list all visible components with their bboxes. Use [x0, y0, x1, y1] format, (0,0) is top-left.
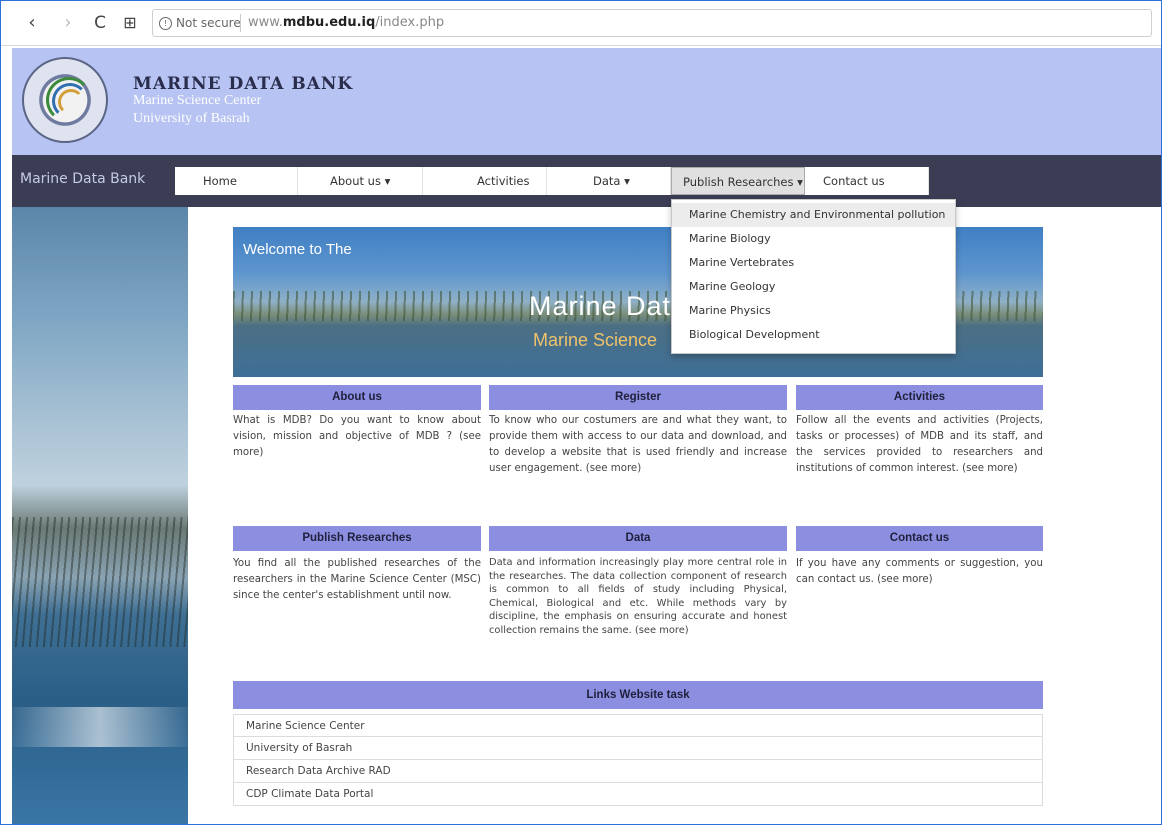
section-header-contact-us[interactable]: Contact us [796, 526, 1043, 551]
section-text-register: To know who our costumers are and what t… [489, 415, 787, 474]
nav-home-label: Home [203, 174, 237, 188]
section-text-about-us: What is MDB? Do you want to know about v… [233, 415, 481, 458]
link-marine-science-center[interactable]: Marine Science Center [233, 714, 1043, 737]
url-text[interactable]: www.mdbu.edu.iq/index.php [248, 10, 444, 36]
site-header: MARINE DATA BANK Marine Science Center U… [12, 48, 1162, 155]
section-text-contact-us: If you have any comments or suggestion, … [796, 558, 1043, 585]
dropdown-item-marine-physics[interactable]: Marine Physics [672, 299, 955, 323]
address-bar[interactable]: ! Not secure www.mdbu.edu.iq/index.php [152, 9, 1152, 37]
section-header-publish-researches[interactable]: Publish Researches [233, 526, 481, 551]
dropdown-item-biological-development[interactable]: Biological Development [672, 323, 955, 347]
site-subtitle-center: Marine Science Center [133, 93, 262, 108]
site-title: MARINE DATA BANK [133, 74, 354, 94]
browser-toolbar: ‹ › C ⊞ ! Not secure www.mdbu.edu.iq/inde… [0, 0, 1162, 46]
nav-activities[interactable]: Activities [423, 167, 547, 195]
nav-about-us[interactable]: About us ▾ [298, 167, 423, 195]
forward-icon[interactable]: › [58, 13, 78, 33]
info-icon: ! [159, 17, 172, 30]
url-prefix: www. [248, 15, 283, 30]
url-path: /index.php [375, 15, 445, 30]
links-header: Links Website task [233, 681, 1043, 709]
dropdown-item-marine-biology[interactable]: Marine Biology [672, 227, 955, 251]
tabs-icon[interactable]: ⊞ [120, 13, 140, 33]
main-navbar: Marine Data Bank Home About us ▾ Activit… [12, 155, 1162, 207]
banner-subtitle: Marine Science [533, 330, 658, 350]
link-cdp-climate-data-portal[interactable]: CDP Climate Data Portal [233, 783, 1043, 806]
nav-data-label: Data ▾ [593, 174, 630, 188]
link-research-data-archive[interactable]: Research Data Archive RAD [233, 760, 1043, 783]
reeds-texture [12, 517, 188, 647]
section-header-register[interactable]: Register [489, 385, 787, 410]
banner-welcome-text: Welcome to The [243, 241, 352, 258]
dropdown-item-marine-geology[interactable]: Marine Geology [672, 275, 955, 299]
marine-data-bank-logo[interactable] [22, 57, 108, 143]
dropdown-item-marine-chemistry[interactable]: Marine Chemistry and Environmental pollu… [672, 203, 955, 227]
left-background-image [12, 207, 188, 825]
banner-title: Marine Data [529, 291, 688, 321]
security-indicator[interactable]: ! Not secure [159, 10, 241, 36]
section-header-about-us[interactable]: About us [233, 385, 481, 410]
nav-about-us-label: About us ▾ [330, 174, 391, 188]
logo-wave-gold [58, 89, 84, 115]
water-glare [12, 707, 188, 747]
link-university-of-basrah[interactable]: University of Basrah [233, 737, 1043, 760]
section-header-data[interactable]: Data [489, 526, 787, 551]
reload-icon[interactable]: C [90, 13, 110, 33]
back-icon[interactable]: ‹ [22, 13, 42, 33]
nav-contact-us[interactable]: Contact us [805, 167, 929, 195]
navbar-brand[interactable]: Marine Data Bank [20, 171, 145, 187]
url-domain: mdbu.edu.iq [282, 15, 376, 30]
publish-researches-dropdown: Marine Chemistry and Environmental pollu… [671, 199, 956, 354]
security-label: Not secure [176, 16, 241, 30]
nav-activities-label: Activities [477, 174, 530, 188]
nav-publish-researches-label: Publish Researches ▾ [683, 175, 803, 189]
address-divider [240, 14, 241, 32]
site-subtitle-university: University of Basrah [133, 111, 250, 126]
nav-contact-us-label: Contact us [823, 174, 885, 188]
section-text-publish-researches: You find all the published researches of… [233, 558, 481, 601]
section-text-activities: Follow all the events and activities (Pr… [796, 415, 1043, 474]
section-header-activities[interactable]: Activities [796, 385, 1043, 410]
nav-publish-researches[interactable]: Publish Researches ▾ [671, 167, 805, 195]
nav-data[interactable]: Data ▾ [547, 167, 671, 195]
dropdown-item-marine-vertebrates[interactable]: Marine Vertebrates [672, 251, 955, 275]
nav-home[interactable]: Home [175, 167, 298, 195]
section-text-data: Data and information increasingly play m… [489, 557, 787, 636]
